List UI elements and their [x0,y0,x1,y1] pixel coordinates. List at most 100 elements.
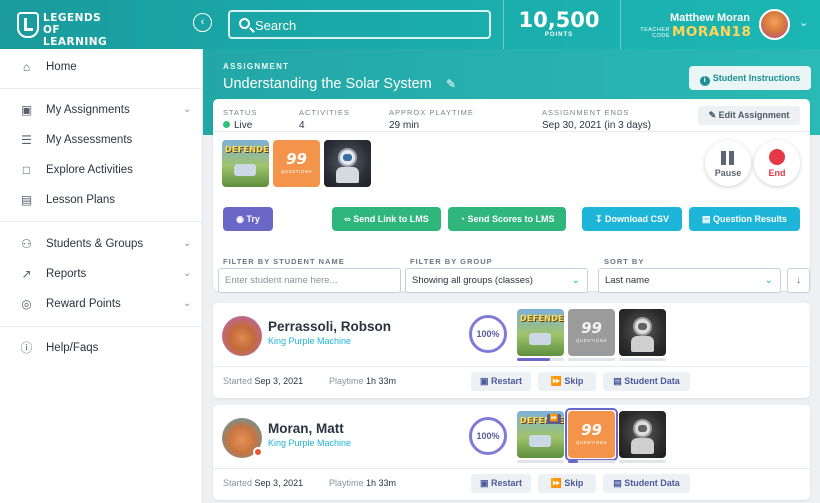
sidebar-item-help[interactable]: ⓘ Help/Faqs [0,337,203,361]
points-label: POINTS [544,32,574,38]
button-label: Skip [564,478,584,488]
student-team: King Purple Machine [268,336,352,346]
meta-value: Sep 3, 2021 [254,376,304,386]
status-dot-icon [253,447,263,457]
meta-value: 1h 33m [366,376,397,386]
button-label: Pause [714,168,742,178]
activity-thumbnail-astronaut[interactable] [324,140,371,187]
sort-select[interactable]: Last name ⌄ [598,268,781,293]
logo[interactable]: LEGENDS OF LEARNING [17,10,107,48]
send-scores-lms-button[interactable]: ◔ Send Scores to LMS [448,207,566,231]
student-instructions-button[interactable]: i Student Instructions [689,66,811,90]
search-icon [239,18,250,29]
sidebar-item-home[interactable]: ⌂ Home [0,56,203,80]
student-name[interactable]: Moran, Matt [268,421,344,436]
edit-title-icon[interactable]: ✎ [446,77,456,91]
sidebar-item-explore-activities[interactable]: □ Explore Activities [0,159,203,183]
chart-icon: ▤ [613,478,625,488]
started-meta: Started Sep 3, 2021 [223,376,303,386]
meta-value: 1h 33m [366,478,397,488]
sidebar-item-my-assessments[interactable]: ☰ My Assessments [0,129,203,153]
ends-value: Sep 30, 2021 (in 3 days) [542,120,651,131]
activity-thumbnail-99-questions[interactable]: 99 QUESTIONS [568,309,615,356]
home-icon: ⌂ [22,60,31,74]
group-select[interactable]: Showing all groups (classes) ⌄ [405,268,588,293]
student-data-button[interactable]: ▤ Student Data [603,474,690,493]
list-icon: ☰ [21,133,32,147]
sidebar-item-label: Help/Faqs [46,342,99,354]
skip-button[interactable]: ⏩ Skip [538,372,596,391]
activities-value: 4 [299,120,305,131]
sidebar-item-label: Reward Points [46,298,121,310]
student-filter-label: FILTER BY STUDENT NAME [223,257,345,266]
divider [213,366,810,367]
restart-button[interactable]: ▣ Restart [471,372,531,391]
restart-icon: ▣ [479,376,491,386]
thumbnail-number: 99 [581,421,602,439]
activity-thumbnail-99-questions[interactable]: 99 QUESTIONS [273,140,320,187]
thumbnail-label: QUESTIONS [575,338,607,343]
sidebar-item-my-assignments[interactable]: ▣ My Assignments ⌄ [0,99,203,123]
astronaut-helmet [633,317,652,336]
chevron-down-icon[interactable]: ⌄ [799,16,808,29]
user-name: Matthew Moran [669,12,750,24]
activity-thumbnail-defender[interactable]: DEFENDER [222,140,269,187]
sidebar-item-label: Explore Activities [46,164,133,176]
restart-button[interactable]: ▣ Restart [471,474,531,493]
sort-label: SORT BY [604,257,645,266]
activity-thumbnail-defender[interactable]: DEFENDER ⏩ [517,411,564,458]
button-label: Skip [564,376,584,386]
button-label: Student Data [624,478,680,488]
send-link-lms-button[interactable]: ∞ Send Link to LMS [332,207,441,231]
activity-thumbnail-astronaut[interactable] [619,309,666,356]
try-button[interactable]: ◉ Try [223,207,273,231]
ship-image [529,435,551,447]
thumbnail-title: DEFENDER [225,145,269,154]
search-input[interactable]: Search [228,10,491,39]
download-csv-button[interactable]: ↧ Download CSV [582,207,682,231]
sidebar-item-lesson-plans[interactable]: ▤ Lesson Plans [0,189,203,213]
activity-progress-bar [619,358,666,361]
student-data-button[interactable]: ▤ Student Data [603,372,690,391]
edit-assignment-button[interactable]: ✎ Edit Assignment [698,106,800,125]
activity-thumbnail-astronaut[interactable] [619,411,666,458]
teacher-code-label: TEACHER CODE [640,27,670,39]
pause-button[interactable]: Pause [705,140,751,186]
student-card: Moran, Matt King Purple Machine 100% DEF… [213,405,810,500]
question-results-button[interactable]: ▤ Question Results [689,207,800,231]
activity-thumbnail-defender[interactable]: DEFENDER [517,309,564,356]
avatar [222,316,262,356]
end-button[interactable]: End [754,140,800,186]
started-meta: Started Sep 3, 2021 [223,478,303,488]
progress-ring: 100% [469,417,507,455]
pencil-icon: ✎ [708,110,719,120]
user-avatar[interactable] [759,9,790,40]
divider [0,221,203,222]
activity-progress-bar [517,358,564,361]
chevron-down-icon: ⌄ [571,275,580,286]
selected-value: Last name [605,275,650,286]
chevron-down-icon: ⌄ [183,238,192,249]
activity-progress-bar [568,460,615,463]
sidebar-item-label: Reports [46,268,87,280]
activity-thumbnail-99-questions[interactable]: 99 QUESTIONS [568,411,615,458]
button-label: Restart [491,376,523,386]
button-label: Send Link to LMS [353,214,429,224]
skip-button[interactable]: ⏩ Skip [538,474,596,493]
student-name[interactable]: Perrassoli, Robson [268,319,391,334]
student-name-input[interactable]: Enter student name here... [218,268,401,293]
meta-value: Sep 3, 2021 [254,478,304,488]
sidebar-item-reward-points[interactable]: ◎ Reward Points ⌄ [0,293,203,317]
teacher-code: MORAN18 [672,24,752,40]
activity-progress-bar [619,460,666,463]
astronaut-body [631,438,654,454]
sidebar: ⌂ Home ▣ My Assignments ⌄ ☰ My Assessmen… [0,49,203,503]
astronaut-body [336,167,359,183]
button-label: End [768,168,786,178]
sort-direction-button[interactable]: ↓ [787,268,810,293]
sidebar-item-reports[interactable]: ↗ Reports ⌄ [0,263,203,287]
sidebar-item-label: Home [46,61,77,73]
collapse-sidebar-button[interactable]: ‹ [193,13,212,32]
chart-icon: ↗ [21,267,32,281]
sidebar-item-students-groups[interactable]: ⚇ Students & Groups ⌄ [0,233,203,257]
